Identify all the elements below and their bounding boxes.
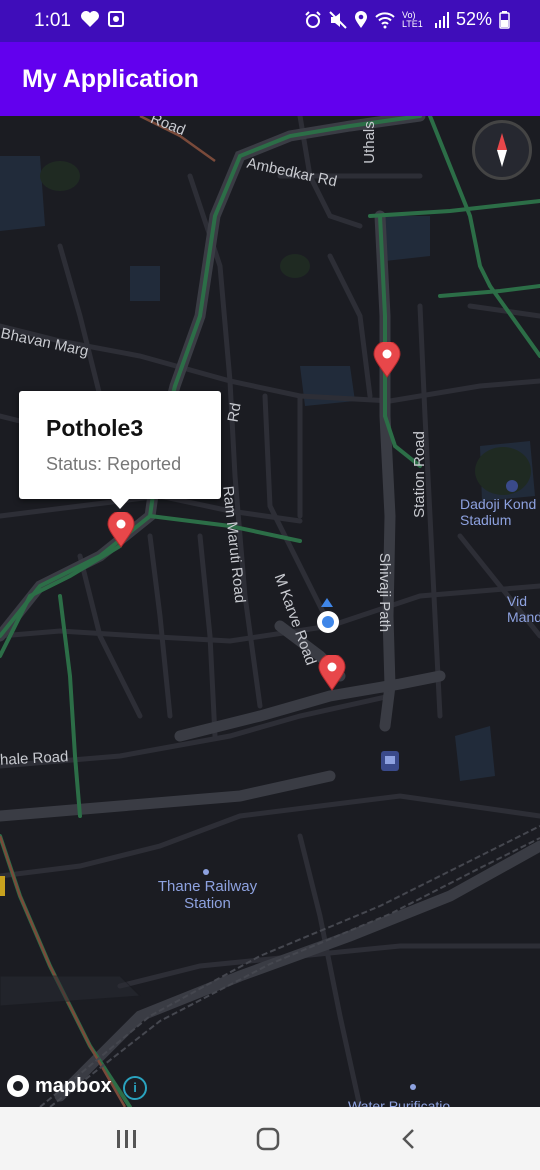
recent-apps-icon (117, 1130, 136, 1148)
wifi-icon (375, 11, 395, 28)
road-label-rd: Rd (224, 401, 245, 424)
app-title: My Application (22, 65, 199, 93)
compass-button[interactable] (472, 120, 532, 180)
map-view[interactable]: Road Ambedkar Rd Uthals Bhavan Marg Rd R… (0, 116, 540, 1107)
attribution-info-button[interactable]: i (123, 1076, 147, 1100)
home-icon (256, 1127, 280, 1151)
pothole-marker-selected[interactable] (107, 512, 135, 548)
user-heading-icon (321, 598, 333, 607)
volte-lte-icon: Vo) LTE1 (401, 9, 423, 29)
mapbox-logo-icon (7, 1075, 29, 1097)
alarm-icon (305, 10, 321, 28)
mapbox-logo: mapbox (6, 1074, 112, 1098)
status-left-icons (80, 10, 124, 28)
info-window-title: Pothole3 (46, 415, 144, 441)
battery-icon (499, 10, 510, 29)
camera-icon (108, 11, 124, 27)
road-label-station: Station Road (410, 431, 428, 518)
info-window-status: Status: Reported (46, 454, 182, 474)
poi-thane-railway-station: Thane Railway Station (157, 878, 258, 912)
compass-icon (497, 133, 507, 167)
marker-info-window[interactable]: Pothole3 Status: Reported (19, 391, 221, 509)
status-right-group: Vo) LTE1 52% (304, 9, 510, 30)
signal-icon (434, 11, 449, 28)
road-label-shivaji: Shivaji Path (376, 552, 394, 633)
status-bar: 1:01 Vo) LTE1 52% (0, 0, 540, 42)
road-label-gokhale: hale Road (0, 748, 69, 769)
pothole-marker[interactable] (318, 655, 346, 691)
heart-icon (81, 11, 99, 27)
poi-dadoji-stadium: Dadoji Kond Stadium (460, 496, 537, 528)
status-time: 1:01 (34, 10, 71, 31)
mute-icon (329, 10, 347, 29)
home-button[interactable] (248, 1123, 288, 1155)
mapbox-logo-text: mapbox (35, 1074, 112, 1097)
pothole-marker[interactable] (373, 342, 401, 378)
recent-apps-button[interactable] (107, 1123, 147, 1155)
app-bar: My Application (0, 42, 540, 116)
poi-vid-mand: Vid Mand (507, 593, 540, 625)
road-label-uthalsar: Uthals (360, 121, 378, 164)
back-icon (402, 1129, 414, 1149)
back-button[interactable] (388, 1123, 428, 1155)
location-icon (354, 10, 367, 28)
battery-text: 52% (455, 9, 492, 29)
user-location-icon (317, 611, 339, 633)
map-base-layer (0, 116, 540, 1107)
system-nav-bar (0, 1107, 540, 1170)
poi-water-purification: Water Purificatio (348, 1098, 451, 1107)
